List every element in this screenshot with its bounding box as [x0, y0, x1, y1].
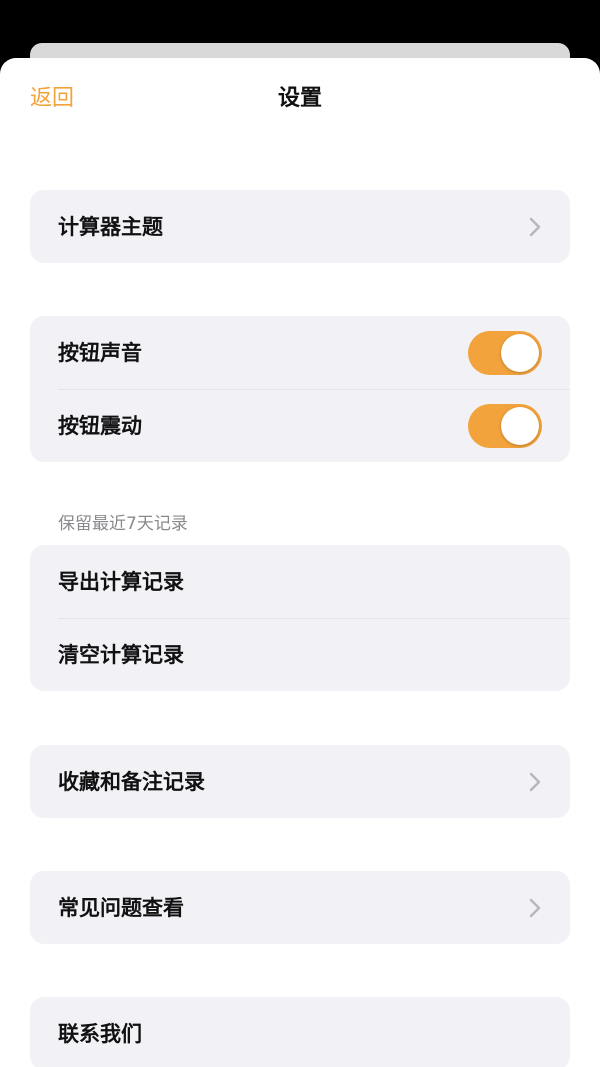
row-label: 按钮声音 — [58, 340, 142, 365]
favorites-group: 收藏和备注记录 — [30, 745, 570, 818]
clear-history-row[interactable]: 清空计算记录 — [30, 618, 570, 691]
history-section-note: 保留最近7天记录 — [58, 514, 188, 534]
row-label: 常见问题查看 — [58, 895, 184, 920]
button-sound-toggle[interactable] — [468, 330, 542, 375]
chevron-right-icon — [528, 898, 542, 918]
row-label: 联系我们 — [58, 1021, 142, 1046]
feedback-group: 按钮声音 按钮震动 — [30, 316, 570, 462]
toggle-knob — [501, 406, 539, 445]
history-group: 导出计算记录 清空计算记录 — [30, 545, 570, 691]
settings-sheet: 返回 设置 计算器主题 按钮声音 按钮震动 保留最近7天记录 导出计算记录 清空… — [0, 58, 600, 1067]
faq-group: 常见问题查看 — [30, 871, 570, 944]
toggle-knob — [501, 333, 539, 372]
contact-group: 联系我们 — [30, 997, 570, 1067]
navigation-bar: 返回 设置 — [0, 58, 600, 142]
page-title: 设置 — [277, 86, 322, 111]
button-vibration-row: 按钮震动 — [30, 389, 570, 462]
row-label: 清空计算记录 — [58, 642, 184, 667]
theme-group: 计算器主题 — [30, 190, 570, 263]
button-vibration-toggle[interactable] — [468, 403, 542, 448]
row-label: 按钮震动 — [58, 413, 142, 438]
chevron-right-icon — [528, 217, 542, 237]
export-history-row[interactable]: 导出计算记录 — [30, 545, 570, 618]
row-label: 导出计算记录 — [58, 569, 184, 594]
calculator-theme-row[interactable]: 计算器主题 — [30, 190, 570, 263]
faq-row[interactable]: 常见问题查看 — [30, 871, 570, 944]
row-label: 计算器主题 — [58, 214, 163, 239]
contact-us-row[interactable]: 联系我们 — [30, 997, 570, 1067]
favorites-notes-row[interactable]: 收藏和备注记录 — [30, 745, 570, 818]
button-sound-row: 按钮声音 — [30, 316, 570, 389]
row-label: 收藏和备注记录 — [58, 769, 205, 794]
chevron-right-icon — [528, 772, 542, 792]
